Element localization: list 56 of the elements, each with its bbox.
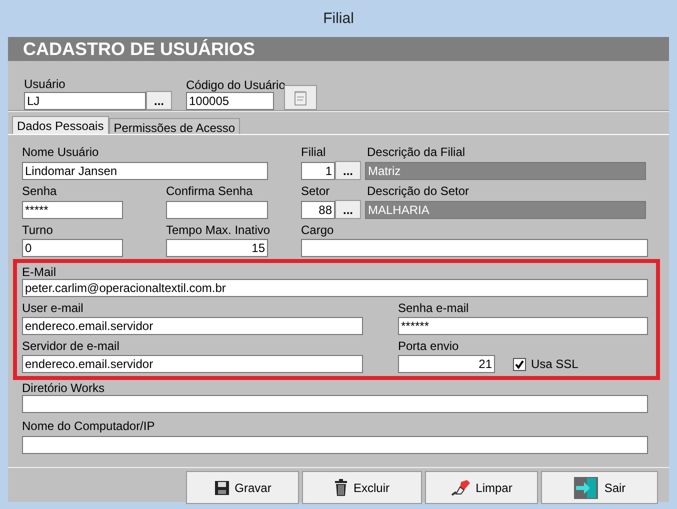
password-field[interactable]: ***** (22, 200, 123, 218)
field-label: Usuário (24, 77, 66, 91)
input-field[interactable]: 1 (301, 162, 335, 180)
field-label: Descrição da Filial (367, 145, 466, 159)
field-label: Turno (22, 223, 54, 237)
delete-button[interactable]: Excluir (302, 471, 422, 504)
eraser-icon (450, 478, 471, 496)
input-field[interactable]: 15 (166, 239, 268, 257)
input-field[interactable] (166, 200, 268, 218)
field-label: Filial (301, 145, 327, 159)
field-label: Diretório Works (22, 381, 106, 395)
field-label: Cargo (301, 223, 334, 237)
save-button[interactable]: Gravar (186, 471, 299, 504)
exit-door-icon (573, 476, 600, 500)
input-field[interactable] (301, 239, 648, 257)
input-field[interactable] (22, 436, 648, 454)
input-field[interactable]: LJ (24, 92, 146, 110)
field-label: Confirma Senha (166, 184, 254, 198)
password-field[interactable]: ****** (398, 317, 648, 335)
input-field[interactable]: Lindomar Jansen (22, 162, 268, 180)
input-field[interactable]: endereco.email.servidor (22, 317, 363, 335)
notepad-icon (292, 88, 310, 106)
input-field[interactable]: 88 (301, 200, 335, 218)
field-label: Tempo Max. Inativo (166, 223, 272, 237)
input-field[interactable]: endereco.email.servidor (22, 355, 363, 373)
lookup-button[interactable]: ... (335, 161, 361, 180)
field-label: User e-mail (22, 301, 84, 315)
field-label: Setor (301, 184, 331, 198)
form-header: CADASTRO DE USUÁRIOS (8, 37, 669, 61)
field-label: Código do Usuário (186, 78, 286, 92)
trash-icon (334, 478, 348, 496)
field-label: Porta envio (398, 339, 459, 353)
input-field[interactable]: 21 (398, 355, 495, 373)
input-field[interactable]: peter.carlim@operacionaltextil.com.br (22, 279, 648, 297)
field-label: E-Mail (22, 265, 56, 279)
field-label: Descrição do Setor (367, 184, 470, 198)
clear-button[interactable]: Limpar (425, 471, 538, 504)
checkbox[interactable] (513, 358, 526, 370)
field-label: Senha e-mail (398, 301, 469, 315)
tab[interactable]: Dados Pessoais (12, 116, 109, 134)
field-label: Nome Usuário (22, 145, 100, 159)
input-field[interactable]: 0 (22, 239, 123, 257)
readonly-field: MALHARIA (365, 200, 646, 218)
lookup-button[interactable]: ... (335, 200, 361, 219)
field-label: Nome do Computador/IP (22, 419, 156, 433)
field-label: Senha (22, 184, 58, 198)
lookup-button[interactable]: ... (146, 91, 172, 110)
window-title: Filial (323, 10, 354, 27)
field-label: Servidor de e-mail (22, 339, 120, 353)
exit-button[interactable]: Sair (541, 471, 658, 504)
input-field[interactable]: 100005 (186, 92, 274, 110)
notepad-button[interactable] (284, 85, 317, 110)
tab[interactable]: Permissões de Acesso (108, 118, 240, 134)
readonly-field: Matriz (365, 162, 646, 180)
checkbox-label: Usa SSL (531, 357, 578, 371)
input-field[interactable] (22, 395, 648, 413)
